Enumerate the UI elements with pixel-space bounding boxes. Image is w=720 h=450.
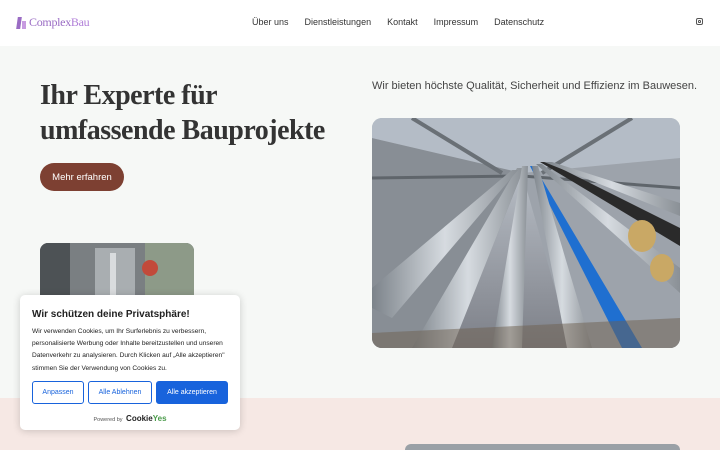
section-image	[405, 444, 680, 450]
logo-text: ComplexBau	[29, 15, 90, 29]
cookie-powered-by[interactable]: Powered by CookieYes	[20, 414, 240, 423]
cookie-title: Wir schützen deine Privatsphäre!	[32, 309, 190, 320]
site-logo[interactable]: ComplexBau	[16, 15, 90, 30]
cookieyes-logo: CookieYes	[126, 414, 167, 423]
hero-image-pipes	[372, 118, 680, 348]
cookie-text: Wir verwenden Cookies, um Ihr Surferlebn…	[32, 328, 225, 372]
hero-title: Ihr Experte für umfassende Bauprojekte	[40, 78, 325, 148]
nav-item-kontakt[interactable]: Kontakt	[387, 17, 418, 27]
main-nav: Über uns Dienstleistungen Kontakt Impres…	[252, 17, 560, 27]
nav-item-ueber-uns[interactable]: Über uns	[252, 17, 289, 27]
hero-subtitle: Wir bieten höchste Qualität, Sicherheit …	[372, 80, 698, 92]
site-header: ComplexBau Über uns Dienstleistungen Kon…	[0, 0, 720, 46]
nav-item-datenschutz[interactable]: Datenschutz	[494, 17, 544, 27]
mehr-erfahren-button[interactable]: Mehr erfahren	[40, 163, 124, 191]
cookie-customize-button[interactable]: Anpassen	[32, 381, 84, 404]
logo-mark-icon	[16, 16, 27, 29]
hero-title-line-2: umfassende Bauprojekte	[40, 115, 325, 146]
cookie-consent-banner: Wir schützen deine Privatsphäre! Wir ver…	[20, 295, 240, 430]
nav-item-impressum[interactable]: Impressum	[434, 17, 479, 27]
hero-title-line-1: Ihr Experte für	[40, 80, 218, 111]
instagram-icon[interactable]	[696, 18, 703, 25]
secondary-image-plant	[40, 243, 194, 303]
powered-by-label: Powered by	[93, 417, 123, 423]
nav-item-dienstleistungen[interactable]: Dienstleistungen	[305, 17, 372, 27]
cookie-reject-button[interactable]: Alle Ablehnen	[88, 381, 152, 404]
cookie-accept-button[interactable]: Alle akzeptieren	[156, 381, 228, 404]
